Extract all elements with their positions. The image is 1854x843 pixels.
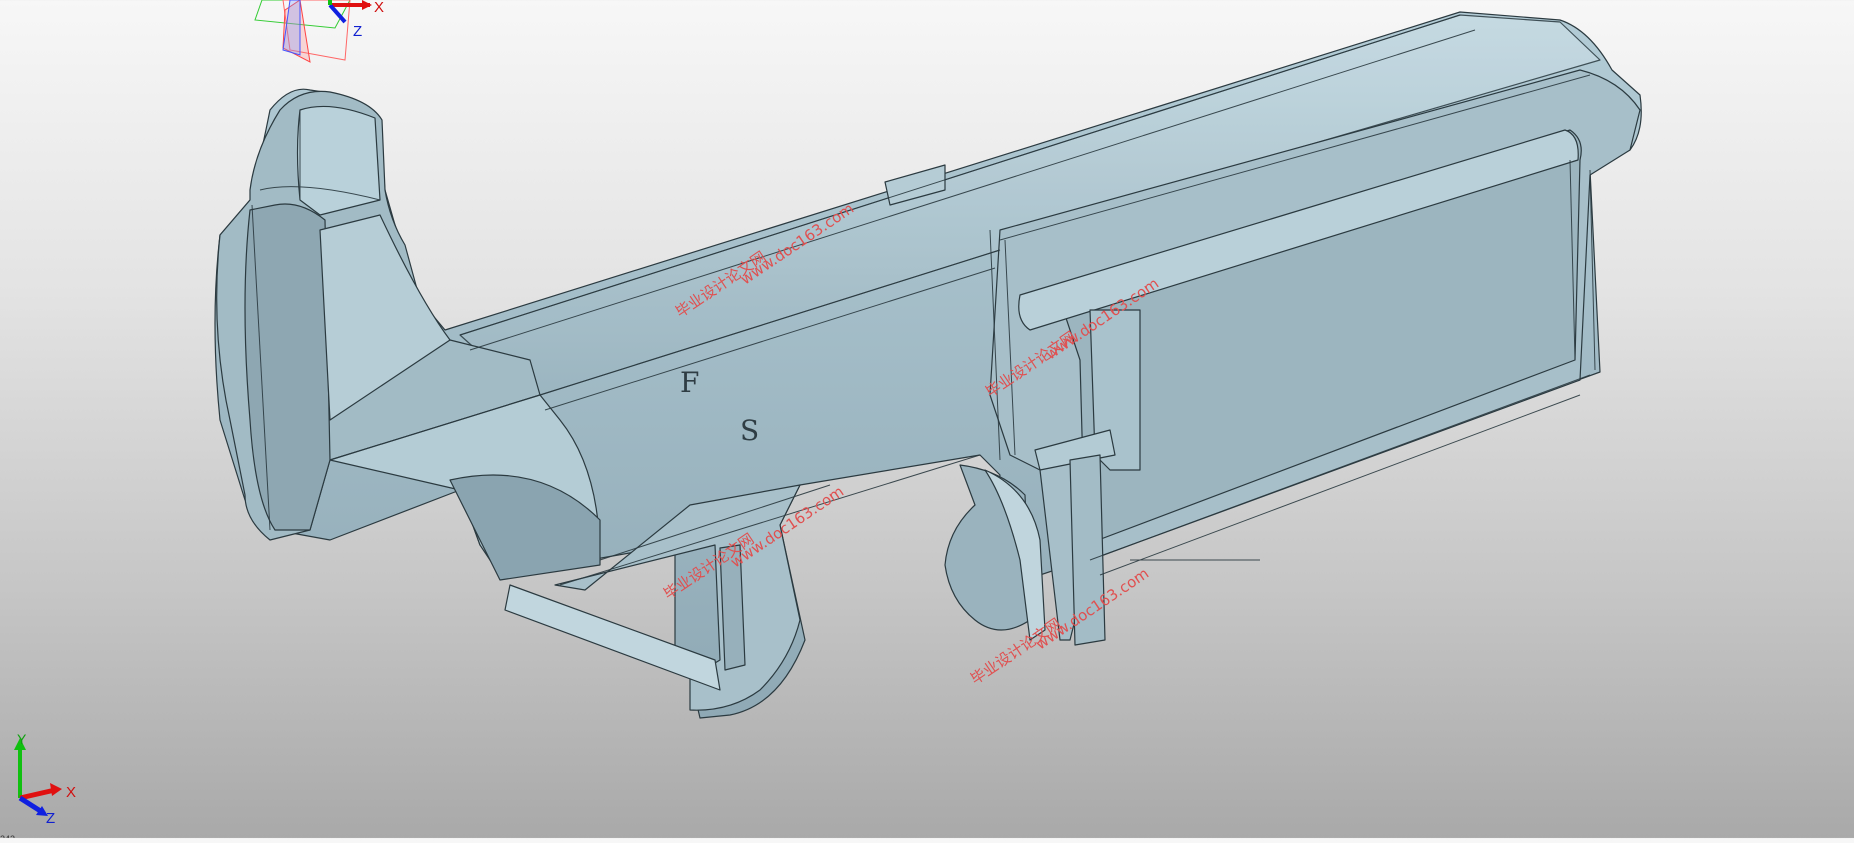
triad-x-label: X — [66, 784, 76, 801]
triad-z-label: Z — [46, 810, 55, 827]
top-triad-x-label: X — [374, 0, 384, 16]
fire-letter: F — [680, 366, 699, 399]
top-triad-z-label: Z — [353, 23, 362, 40]
coordinate-triad-icon — [14, 738, 62, 816]
model-canvas[interactable]: X Z F S 毕业设计论文网 www.doc163.com 毕业设计论文网 w… — [0, 0, 1854, 843]
safe-letter: S — [740, 414, 759, 447]
receiver-body[interactable] — [214, 11, 1642, 719]
triad-y-label: Y — [17, 731, 27, 747]
corner-text: 242 — [0, 834, 15, 838]
3d-viewport[interactable]: X Z F S 毕业设计论文网 www.doc163.com 毕业设计论文网 w… — [0, 0, 1854, 843]
